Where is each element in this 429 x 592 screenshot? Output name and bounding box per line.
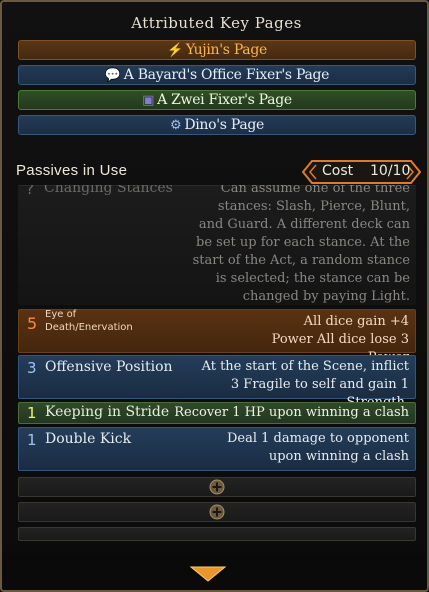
panel-title: Attributed Key Pages	[131, 14, 302, 32]
add-passive-icon[interactable]	[209, 479, 225, 495]
passive-name: Offensive Position	[45, 359, 173, 375]
passive-name: Keeping in Stride	[45, 404, 170, 420]
passive-name: Changing Stances	[44, 185, 173, 196]
passive-keeping-in-stride[interactable]: 1 Keeping in Stride Recover 1 HP upon wi…	[18, 402, 416, 424]
add-passive-icon[interactable]	[209, 504, 225, 520]
key-page-bayard[interactable]: 💬 A Bayard's Office Fixer's Page	[18, 65, 416, 85]
key-page-label: A Zwei Fixer's Page	[157, 92, 292, 108]
key-page-label: A Bayard's Office Fixer's Page	[123, 67, 330, 83]
attributed-key-pages-panel: Attributed Key Pages ⚡ Yujin's Page 💬 A …	[0, 0, 429, 592]
tower-card-icon: ▣	[142, 92, 155, 108]
passive-changing-stances[interactable]: ? Changing Stances Can assume one of the…	[18, 185, 416, 305]
passive-double-kick[interactable]: 1 Double Kick Deal 1 damage to opponent …	[18, 427, 416, 471]
passive-name: Eye of Death/Enervation	[45, 309, 133, 333]
speech-bubble-icon: 💬	[104, 67, 121, 83]
passive-offensive-position[interactable]: 3 Offensive Position At the start of the…	[18, 355, 416, 410]
key-page-dino[interactable]: ⚙ Dino's Page	[18, 115, 416, 135]
passive-cost: 3	[27, 359, 37, 377]
key-page-label: Yujin's Page	[185, 42, 268, 58]
empty-passive-slot[interactable]	[18, 477, 416, 497]
passive-cost: 1	[27, 431, 37, 449]
cost-indicator: Cost 10/10	[302, 160, 421, 184]
empty-passive-slot[interactable]	[18, 527, 416, 541]
passives-header: Passives in Use	[16, 162, 128, 179]
empty-passive-slot[interactable]	[18, 502, 416, 522]
passive-desc: Deal 1 damage to opponent upon winning a…	[227, 431, 409, 464]
flame-slash-icon: ⚡	[166, 42, 183, 58]
passive-cost: 1	[27, 404, 37, 422]
key-page-zwei[interactable]: ▣ A Zwei Fixer's Page	[18, 90, 416, 110]
key-page-label: Dino's Page	[184, 117, 265, 133]
passive-name: Double Kick	[45, 431, 132, 447]
passive-cost: 5	[27, 314, 38, 333]
passive-desc: Can assume one of the three stances: Sla…	[192, 185, 410, 304]
cost-label: Cost	[322, 163, 354, 179]
cost-value: 10/10	[370, 163, 411, 179]
key-page-yujin[interactable]: ⚡ Yujin's Page	[18, 40, 416, 60]
gear-badge-icon: ⚙	[169, 117, 182, 133]
passive-cost: ?	[26, 185, 34, 198]
passive-eye-of-death[interactable]: 5 Eye of Death/Enervation All dice gain …	[18, 309, 416, 365]
scroll-down-icon[interactable]	[190, 566, 226, 582]
passive-desc: Recover 1 HP upon winning a clash	[174, 405, 409, 420]
